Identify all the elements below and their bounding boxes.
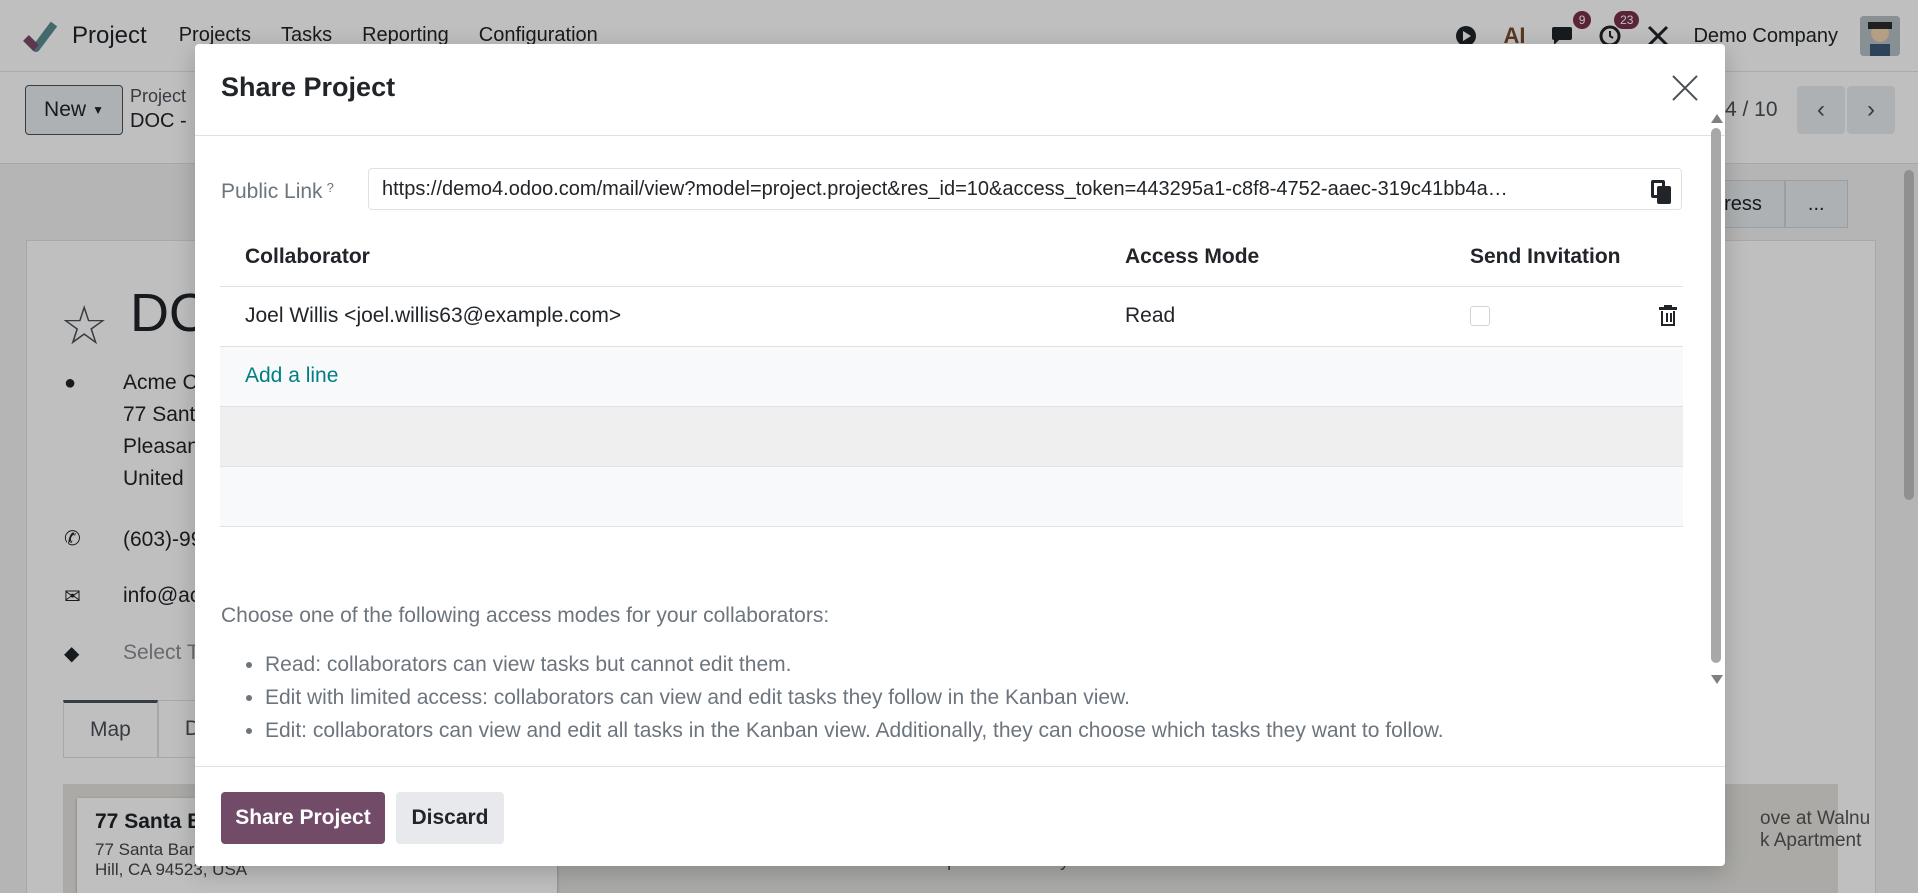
access-mode-edit: Edit: collaborators can view and edit al… (265, 714, 1444, 747)
public-link-label: Public Link? (221, 180, 334, 204)
add-line-row: Add a line (220, 346, 1683, 407)
send-invitation-cell (1445, 286, 1633, 347)
close-icon[interactable] (1667, 70, 1703, 106)
scroll-up-arrow-icon[interactable] (1711, 114, 1723, 123)
scrollbar-thumb[interactable] (1711, 128, 1721, 663)
access-mode-read: Read: collaborators can view tasks but c… (265, 648, 1444, 681)
share-project-button[interactable]: Share Project (221, 792, 385, 844)
collaborators-table: Collaborator Access Mode Send Invitation… (220, 228, 1683, 527)
public-link-label-text: Public Link (221, 180, 323, 203)
dialog-header: Share Project (195, 44, 1725, 136)
delete-cell (1633, 286, 1683, 347)
share-project-dialog: Share Project Public Link? https://demo4… (195, 44, 1725, 866)
add-line-link[interactable]: Add a line (245, 364, 338, 387)
access-mode-limited: Edit with limited access: collaborators … (265, 681, 1444, 714)
column-access-mode[interactable]: Access Mode (1100, 228, 1445, 287)
table-row[interactable]: Joel Willis <joel.willis63@example.com> … (220, 286, 1683, 347)
column-collaborator[interactable]: Collaborator (220, 228, 1100, 287)
collaborator-cell[interactable]: Joel Willis <joel.willis63@example.com> (220, 286, 1100, 347)
access-modes-intro: Choose one of the following access modes… (221, 604, 830, 627)
help-tooltip-icon[interactable]: ? (327, 180, 334, 195)
dialog-body: Public Link? https://demo4.odoo.com/mail… (195, 136, 1725, 766)
column-actions (1633, 228, 1683, 287)
trash-icon[interactable] (1658, 305, 1678, 327)
access-modes-list: Read: collaborators can view tasks but c… (245, 648, 1444, 747)
scroll-down-arrow-icon[interactable] (1711, 675, 1723, 684)
send-invitation-checkbox[interactable] (1470, 306, 1490, 327)
dialog-title: Share Project (221, 72, 396, 102)
public-link-field[interactable]: https://demo4.odoo.com/mail/view?model=p… (368, 168, 1682, 210)
dialog-scrollbar[interactable] (1710, 114, 1723, 684)
access-mode-cell[interactable]: Read (1100, 286, 1445, 347)
empty-row (220, 406, 1683, 467)
table-header-row: Collaborator Access Mode Send Invitation (220, 228, 1683, 287)
empty-row (220, 466, 1683, 527)
discard-button[interactable]: Discard (396, 792, 504, 844)
copy-clipboard-icon[interactable] (1649, 178, 1675, 204)
column-send-invitation[interactable]: Send Invitation (1445, 228, 1633, 287)
